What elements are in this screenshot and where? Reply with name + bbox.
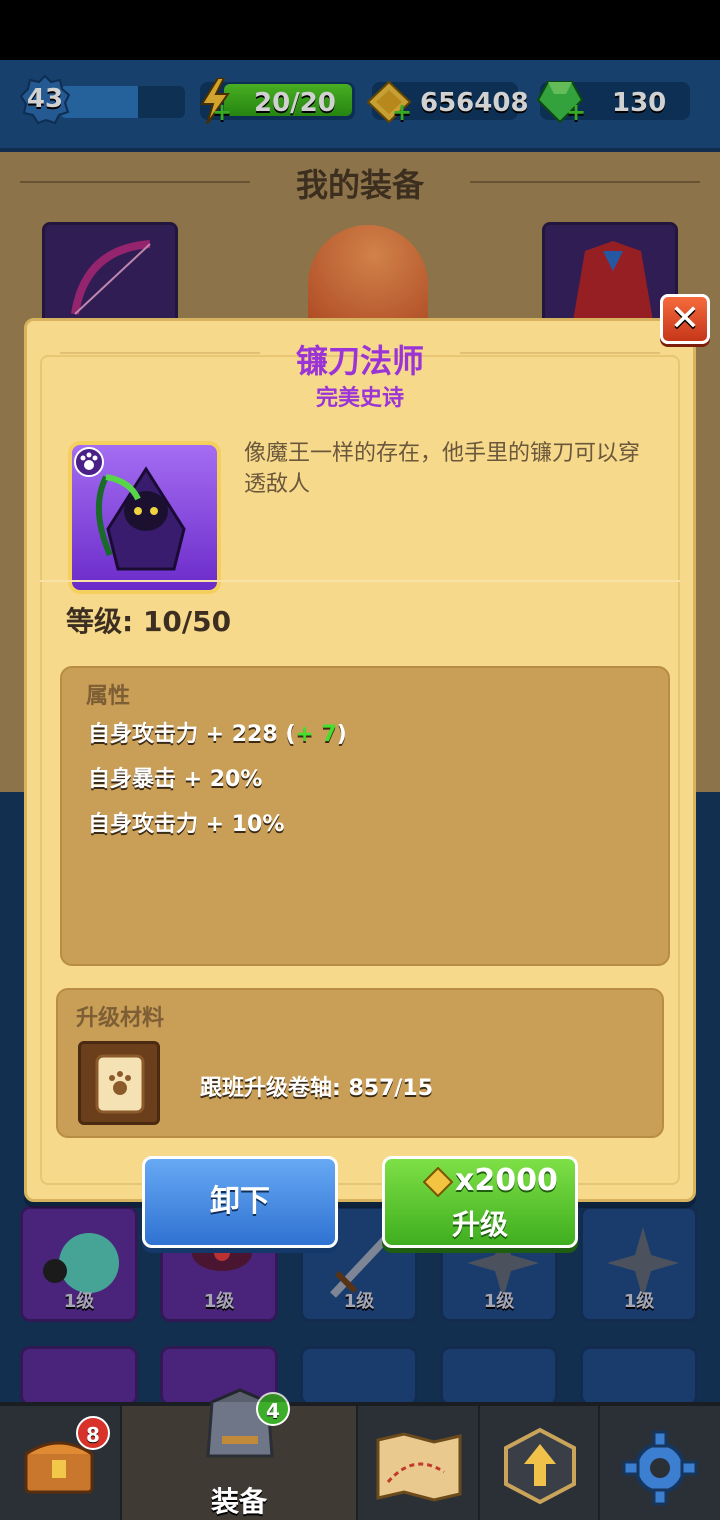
item-description: 像魔王一样的存在，他手里的镰刀可以穿透敌人 bbox=[244, 441, 641, 497]
chest-notification-badge: 8 bbox=[76, 1416, 110, 1450]
attribute-line: 自身攻击力 + 228 (+ 7) bbox=[88, 716, 347, 748]
nav-tab-equipment[interactable]: 4 装备 bbox=[122, 1388, 358, 1520]
upgrade-label: 升级 bbox=[451, 1208, 508, 1241]
attribute-suffix: ) bbox=[336, 722, 347, 747]
material-slot[interactable] bbox=[78, 1041, 160, 1125]
status-bar bbox=[0, 0, 720, 60]
close-icon: ✕ bbox=[669, 298, 701, 339]
unequip-button[interactable]: 卸下 bbox=[142, 1156, 338, 1248]
nav-tab-upgrade[interactable] bbox=[480, 1406, 600, 1520]
unequip-label: 卸下 bbox=[210, 1184, 270, 1219]
close-button[interactable]: ✕ bbox=[660, 294, 710, 344]
attribute-bonus: + 7 bbox=[295, 722, 337, 747]
materials-title: 升级材料 bbox=[76, 1006, 165, 1031]
title-decoration-right bbox=[460, 352, 660, 354]
nav-label-equipment: 装备 bbox=[210, 1485, 267, 1518]
attribute-line: 自身暴击 + 20% bbox=[88, 767, 263, 792]
upgrade-button[interactable]: x2000 升级 bbox=[382, 1156, 578, 1248]
map-icon bbox=[376, 1432, 462, 1502]
title-decoration-left bbox=[60, 352, 260, 354]
dialog-divider bbox=[40, 580, 680, 582]
item-level: 等级: 10/50 bbox=[66, 605, 232, 638]
bottom-navigation: 8 4 装备 bbox=[0, 1388, 720, 1520]
nav-tab-chest[interactable]: 8 bbox=[0, 1406, 122, 1520]
attribute-text: 自身攻击力 + 228 ( bbox=[88, 722, 296, 747]
item-icon-frame bbox=[68, 441, 221, 594]
upgrade-arrow-icon bbox=[504, 1427, 576, 1505]
item-name: 镰刀法师 bbox=[295, 342, 424, 380]
scroll-icon bbox=[95, 1054, 145, 1114]
gold-coin-icon bbox=[423, 1167, 453, 1197]
attributes-title: 属性 bbox=[86, 684, 131, 709]
scythe-mage-icon bbox=[95, 466, 186, 571]
material-count: 跟班升级卷轴: 857/15 bbox=[200, 1076, 434, 1101]
gear-icon bbox=[622, 1430, 698, 1506]
nav-tab-map[interactable] bbox=[358, 1406, 480, 1520]
upgrade-cost: x2000 bbox=[455, 1163, 558, 1198]
nav-tab-settings[interactable] bbox=[600, 1406, 720, 1520]
item-rarity: 完美史诗 bbox=[315, 386, 404, 411]
attribute-line: 自身攻击力 + 10% bbox=[88, 812, 285, 837]
